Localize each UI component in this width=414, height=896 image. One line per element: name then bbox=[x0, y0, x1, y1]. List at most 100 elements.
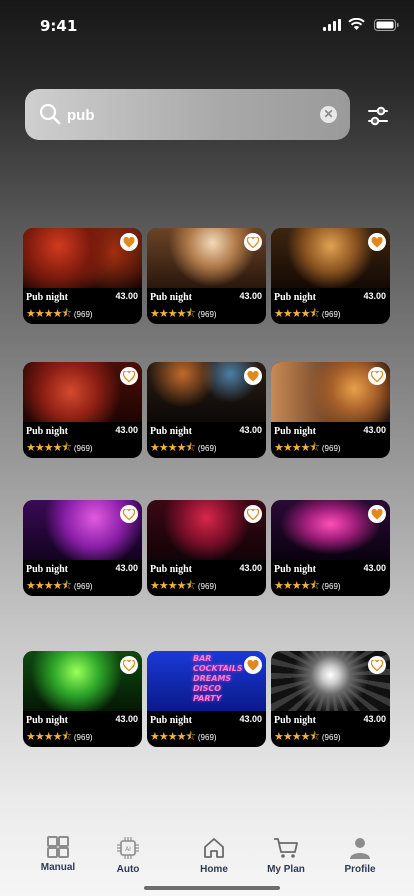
favorite-heart-icon[interactable] bbox=[368, 367, 386, 385]
nav-manual[interactable]: Manual bbox=[23, 836, 93, 873]
venue-card[interactable]: Pub night 43.00 ★★★★⯪ (969) bbox=[23, 228, 142, 324]
review-count: (969) bbox=[73, 310, 93, 319]
venue-rating: ★★★★⯪ (969) bbox=[274, 309, 341, 320]
venue-name: Pub night bbox=[274, 715, 316, 726]
venue-price: 43.00 bbox=[115, 425, 138, 435]
nav-label: Home bbox=[200, 864, 228, 875]
review-count: (969) bbox=[321, 444, 341, 453]
battery-icon bbox=[374, 19, 399, 31]
status-bar: 9:41 bbox=[0, 0, 414, 52]
rating-stars-icon: ★★★★⯪ bbox=[274, 308, 320, 320]
venue-price: 43.00 bbox=[115, 291, 138, 301]
venue-rating: ★★★★⯪ (969) bbox=[26, 443, 93, 454]
venue-rating: ★★★★⯪ (969) bbox=[150, 443, 217, 454]
favorite-heart-icon[interactable] bbox=[120, 233, 138, 251]
rating-stars-icon: ★★★★⯪ bbox=[26, 731, 72, 743]
venue-card[interactable]: Pub night 43.00 ★★★★⯪ (969) bbox=[147, 362, 266, 458]
nav-label: My Plan bbox=[267, 864, 305, 875]
venue-name: Pub night bbox=[274, 292, 316, 303]
venue-rating: ★★★★⯪ (969) bbox=[274, 732, 341, 743]
favorite-heart-icon[interactable] bbox=[120, 367, 138, 385]
nav-my-plan[interactable]: My Plan bbox=[251, 836, 321, 875]
venue-card[interactable]: Pub night 43.00 ★★★★⯪ (969) bbox=[271, 362, 390, 458]
favorite-heart-icon[interactable] bbox=[368, 233, 386, 251]
review-count: (969) bbox=[321, 582, 341, 591]
review-count: (969) bbox=[321, 310, 341, 319]
nav-auto[interactable]: AI Auto bbox=[93, 836, 163, 875]
review-count: (969) bbox=[197, 444, 217, 453]
venue-name: Pub night bbox=[150, 292, 192, 303]
venue-rating: ★★★★⯪ (969) bbox=[274, 443, 341, 454]
venue-price: 43.00 bbox=[239, 563, 262, 573]
venue-rating: ★★★★⯪ (969) bbox=[26, 309, 93, 320]
filter-icon[interactable] bbox=[362, 100, 394, 132]
venue-card[interactable]: Pub night 43.00 ★★★★⯪ (969) bbox=[23, 651, 142, 747]
favorite-heart-icon[interactable] bbox=[120, 505, 138, 523]
venue-price: 43.00 bbox=[363, 714, 386, 724]
svg-text:AI: AI bbox=[125, 846, 131, 853]
neon-line: COCKTAILS bbox=[193, 664, 243, 673]
review-count: (969) bbox=[197, 310, 217, 319]
venue-price: 43.00 bbox=[363, 563, 386, 573]
nav-label: Auto bbox=[116, 864, 140, 875]
venue-price: 43.00 bbox=[363, 291, 386, 301]
rating-stars-icon: ★★★★⯪ bbox=[274, 580, 320, 592]
favorite-heart-icon[interactable] bbox=[244, 233, 262, 251]
venue-price: 43.00 bbox=[363, 425, 386, 435]
review-count: (969) bbox=[197, 733, 217, 742]
ai-chip-icon: AI bbox=[117, 837, 139, 859]
venue-name: Pub night bbox=[150, 426, 192, 437]
neon-line: BAR bbox=[193, 654, 212, 663]
grid-icon bbox=[47, 836, 69, 858]
venue-rating: ★★★★⯪ (969) bbox=[150, 309, 217, 320]
home-indicator bbox=[144, 886, 280, 890]
venue-card[interactable]: BAR COCKTAILS DREAMS DISCO PARTY Pub nig… bbox=[147, 651, 266, 747]
rating-stars-icon: ★★★★⯪ bbox=[150, 442, 196, 454]
signal-icon bbox=[323, 19, 341, 31]
favorite-heart-icon[interactable] bbox=[244, 656, 262, 674]
review-count: (969) bbox=[73, 444, 93, 453]
venue-name: Pub night bbox=[26, 564, 68, 575]
favorite-heart-icon[interactable] bbox=[368, 656, 386, 674]
venue-price: 43.00 bbox=[115, 563, 138, 573]
nav-home[interactable]: Home bbox=[179, 836, 249, 875]
venue-card[interactable]: Pub night 43.00 ★★★★⯪ (969) bbox=[147, 228, 266, 324]
venue-name: Pub night bbox=[274, 426, 316, 437]
venue-card[interactable]: Pub night 43.00 ★★★★⯪ (969) bbox=[23, 362, 142, 458]
venue-price: 43.00 bbox=[115, 714, 138, 724]
rating-stars-icon: ★★★★⯪ bbox=[26, 442, 72, 454]
cart-icon bbox=[274, 838, 298, 858]
venue-name: Pub night bbox=[26, 426, 68, 437]
favorite-heart-icon[interactable] bbox=[244, 367, 262, 385]
nav-profile[interactable]: Profile bbox=[325, 836, 395, 875]
venue-card[interactable]: Pub night 43.00 ★★★★⯪ (969) bbox=[147, 500, 266, 596]
venue-card[interactable]: Pub night 43.00 ★★★★⯪ (969) bbox=[271, 500, 390, 596]
favorite-heart-icon[interactable] bbox=[120, 656, 138, 674]
status-time: 9:41 bbox=[40, 17, 78, 35]
search-bar: ✕ bbox=[25, 89, 350, 140]
favorite-heart-icon[interactable] bbox=[368, 505, 386, 523]
venue-name: Pub night bbox=[26, 715, 68, 726]
venue-card[interactable]: Pub night 43.00 ★★★★⯪ (969) bbox=[23, 500, 142, 596]
rating-stars-icon: ★★★★⯪ bbox=[274, 731, 320, 743]
rating-stars-icon: ★★★★⯪ bbox=[150, 580, 196, 592]
nav-label: Profile bbox=[344, 864, 376, 875]
venue-card[interactable]: Pub night 43.00 ★★★★⯪ (969) bbox=[271, 651, 390, 747]
wifi-icon bbox=[348, 18, 365, 30]
nav-label: Manual bbox=[40, 862, 76, 873]
search-input[interactable] bbox=[67, 101, 307, 129]
search-icon bbox=[39, 103, 61, 125]
rating-stars-icon: ★★★★⯪ bbox=[150, 308, 196, 320]
venue-card[interactable]: Pub night 43.00 ★★★★⯪ (969) bbox=[271, 228, 390, 324]
neon-line: DISCO bbox=[193, 684, 222, 693]
venue-price: 43.00 bbox=[239, 291, 262, 301]
neon-line: PARTY bbox=[193, 694, 222, 703]
venue-name: Pub night bbox=[274, 564, 316, 575]
review-count: (969) bbox=[73, 733, 93, 742]
neon-line: DREAMS bbox=[193, 674, 232, 683]
rating-stars-icon: ★★★★⯪ bbox=[26, 580, 72, 592]
neon-sign: BAR COCKTAILS DREAMS DISCO PARTY bbox=[193, 654, 243, 704]
clear-search-icon[interactable]: ✕ bbox=[320, 106, 337, 123]
favorite-heart-icon[interactable] bbox=[244, 505, 262, 523]
rating-stars-icon: ★★★★⯪ bbox=[150, 731, 196, 743]
